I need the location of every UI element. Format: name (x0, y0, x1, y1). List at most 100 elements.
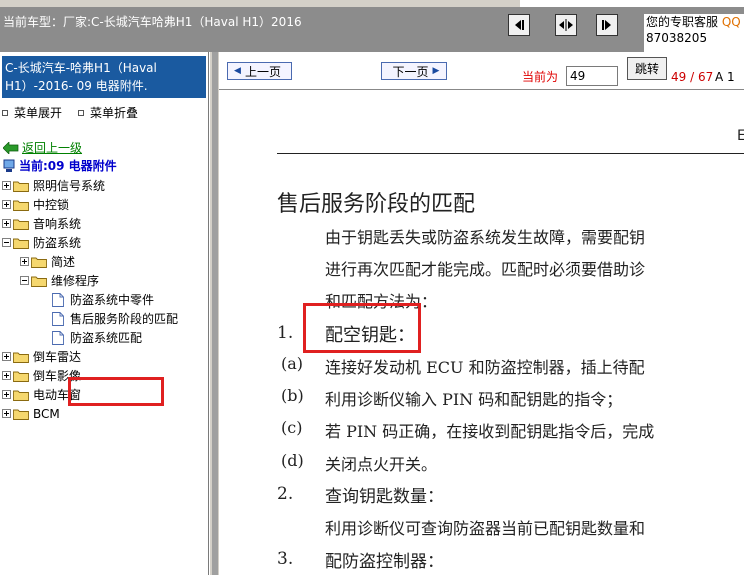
doc-para-1: 由于钥匙丢失或防盗系统发生故障，需要配钥 (325, 228, 646, 247)
last-page-icon (602, 20, 611, 30)
step-d-text: 关闭点火开关。 (325, 455, 438, 474)
top-strip-right (520, 0, 744, 7)
computer-icon (3, 159, 15, 172)
tree-item[interactable]: 防盗系统匹配 (52, 328, 142, 347)
section-1-number: 1. (277, 323, 294, 343)
sidebar-header: C-长城汽车-哈弗H1（Haval H1）-2016- 09 电器附件. (2, 56, 206, 98)
header-rule (277, 153, 744, 154)
tree-item[interactable]: 中控锁 (2, 195, 69, 214)
tree-item[interactable]: 倒车雷达 (2, 347, 81, 366)
back-link[interactable]: 返回上一级 (3, 139, 82, 156)
document-view: E 售后服务阶段的匹配 由于钥匙丢失或防盗系统发生故障，需要配钥 进行再次匹配才… (219, 89, 744, 576)
sidebar-header-line1: C-长城汽车-哈弗H1（Haval (5, 61, 157, 75)
prev-page-label: 上一页 (244, 64, 281, 79)
section-3-title: 配防盗控制器： (325, 552, 444, 572)
page-number-input[interactable] (566, 66, 618, 86)
prev-page-button[interactable]: ◀ 上一页 (227, 62, 292, 80)
current-location: 当前:09 电器附件 (3, 157, 117, 174)
folder-icon (13, 200, 29, 211)
menu-expand-label: 菜单展开 (14, 106, 63, 120)
support-box: 您的专职客服 QQ 87038205 (644, 14, 744, 52)
support-qq-link[interactable]: QQ (722, 15, 741, 29)
sidebar-scrollbar[interactable] (212, 52, 218, 575)
menu-expand-button[interactable]: 菜单展开 (2, 104, 62, 121)
step-b-label: (b) (281, 386, 304, 405)
tree-item-label: 防盗系统 (33, 236, 82, 250)
folder-icon (31, 257, 47, 268)
first-page-icon (515, 20, 524, 30)
tree-item-label: 倒车雷达 (33, 350, 82, 364)
tree-item-label: BCM (33, 406, 60, 421)
section-2-text: 利用诊断仪可查询防盗器当前已配钥匙数量和 (325, 519, 646, 538)
section-3-number: 3. (277, 549, 294, 569)
next-page-button[interactable]: 下一页 ▶ (381, 62, 447, 80)
collapse-toggle-icon[interactable] (2, 238, 11, 247)
tree-item-label: 售后服务阶段的匹配 (70, 312, 179, 326)
menu-collapse-label: 菜单折叠 (90, 106, 139, 120)
expand-toggle-icon[interactable] (2, 390, 11, 399)
document-icon (52, 330, 64, 345)
next-page-label: 下一页 (392, 64, 429, 79)
tree-item-label: 防盗系统匹配 (70, 331, 143, 345)
folder-icon (31, 276, 47, 287)
last-page-button[interactable] (596, 14, 618, 36)
tree-item[interactable]: 简述 (20, 252, 75, 271)
top-bar: 当前车型：厂家:C-长城汽车哈弗H1（Haval H1）2016 您的专职客服 … (0, 0, 744, 52)
support-number: 87038205 (646, 31, 708, 45)
highlight-box (303, 303, 421, 353)
first-page-button[interactable] (508, 14, 530, 36)
page-header-letter: E (737, 128, 744, 144)
step-c-label: (c) (281, 418, 303, 437)
page-nav-bar: ◀ 上一页 下一页 ▶ 当前为 跳转 49 / 67 A 1 (219, 52, 744, 89)
tree-item-label: 简述 (51, 255, 76, 269)
expand-toggle-icon[interactable] (2, 352, 11, 361)
tree-item[interactable]: 防盗系统 (2, 233, 81, 252)
step-d-label: (d) (281, 451, 304, 470)
tree-item[interactable]: 照明信号系统 (2, 176, 105, 195)
current-page-label: 当前为 (522, 70, 559, 84)
square-icon (78, 109, 84, 116)
folder-icon (13, 409, 29, 420)
document-icon (52, 311, 64, 326)
tree-item[interactable]: 售后服务阶段的匹配 (52, 309, 178, 328)
tree-item[interactable]: 防盗系统中零件 (52, 290, 154, 309)
expand-toggle-icon[interactable] (2, 371, 11, 380)
expand-toggle-icon[interactable] (2, 409, 11, 418)
sidebar: C-长城汽车-哈弗H1（Haval H1）-2016- 09 电器附件. 菜单展… (0, 52, 209, 575)
doc-title: 售后服务阶段的匹配 (277, 192, 476, 217)
back-link-label: 返回上一级 (22, 141, 83, 155)
square-icon (2, 109, 8, 116)
sidebar-header-line2: H1）-2016- 09 电器附件. (5, 79, 148, 93)
expand-toggle-icon[interactable] (2, 181, 11, 190)
folder-icon (13, 371, 29, 382)
font-size-controls[interactable]: A 1 (715, 70, 735, 84)
collapse-toggle-icon[interactable] (20, 276, 29, 285)
menu-collapse-button[interactable]: 菜单折叠 (78, 104, 138, 121)
step-a-text: 连接好发动机 ECU 和防盗控制器，插上待配 (325, 358, 645, 377)
right-arrow-icon: ▶ (432, 66, 440, 76)
section-2-number: 2. (277, 484, 294, 504)
step-b-text: 利用诊断仪输入 PIN 码和配钥匙的指令； (325, 390, 623, 409)
tree-item[interactable]: 维修程序 (20, 271, 99, 290)
tree-item[interactable]: 音响系统 (2, 214, 81, 233)
expand-toggle-icon[interactable] (2, 200, 11, 209)
tree-item-label: 音响系统 (33, 217, 82, 231)
tree-item[interactable]: BCM (2, 404, 60, 423)
page-count: 49 / 67 (671, 70, 714, 84)
folder-icon (13, 219, 29, 230)
fit-width-button[interactable] (555, 14, 577, 36)
tree-item-label: 中控锁 (33, 198, 70, 212)
back-arrow-icon (3, 141, 19, 154)
jump-button[interactable]: 跳转 (627, 57, 667, 80)
step-c-text: 若 PIN 码正确，在接收到配钥匙指令后，完成 (325, 422, 655, 441)
step-a-label: (a) (281, 354, 304, 373)
expand-toggle-icon[interactable] (2, 219, 11, 228)
folder-icon (13, 181, 29, 192)
tree-item-label: 防盗系统中零件 (70, 293, 155, 307)
expand-toggle-icon[interactable] (20, 257, 29, 266)
document-icon (52, 292, 64, 307)
folder-icon (13, 390, 29, 401)
tree-item-label: 照明信号系统 (33, 179, 106, 193)
left-arrow-icon: ◀ (234, 66, 241, 76)
folder-icon (13, 238, 29, 249)
